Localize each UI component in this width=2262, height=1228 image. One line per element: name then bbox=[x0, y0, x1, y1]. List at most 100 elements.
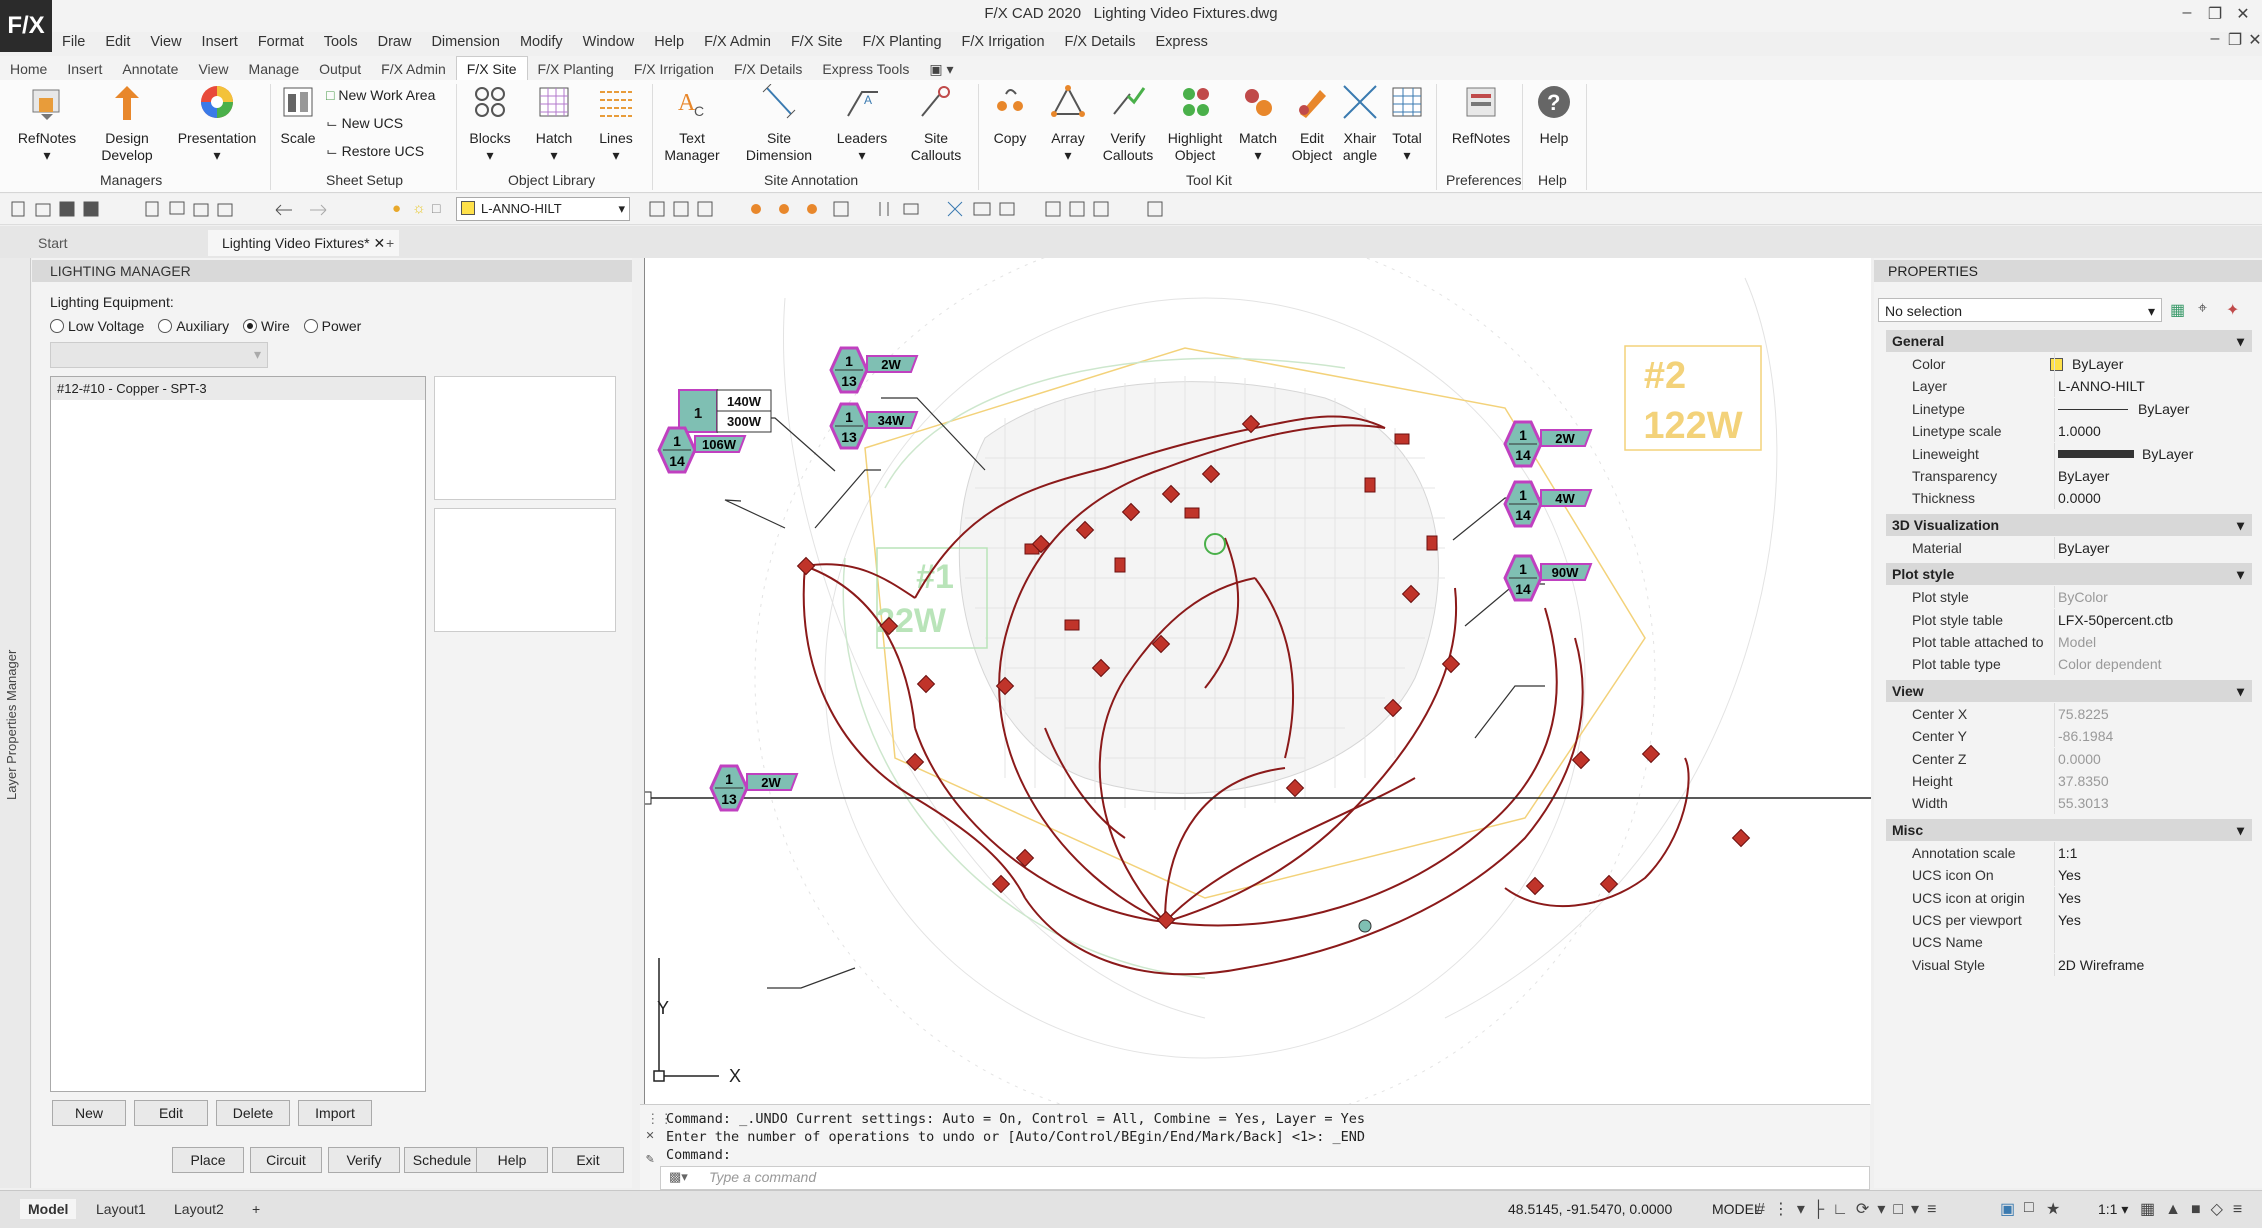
property-row[interactable]: Transparency ByLayer bbox=[1906, 465, 2252, 487]
tab-fx-details[interactable]: F/X Details bbox=[724, 57, 812, 81]
ribbon-options-icon[interactable]: ▣ ▾ bbox=[919, 57, 963, 81]
total-button[interactable]: Total ▾ bbox=[1386, 84, 1428, 164]
menu-fx-planting[interactable]: F/X Planting bbox=[853, 30, 952, 54]
fixture-tag-7[interactable]: 1 13 2W bbox=[709, 764, 799, 812]
command-close-icon[interactable]: ✕ bbox=[646, 1127, 654, 1143]
tab-fx-site[interactable]: F/X Site bbox=[455, 56, 528, 81]
array-button[interactable]: Array ▾ bbox=[1044, 84, 1092, 164]
new-work-area-button[interactable]: □ New Work Area bbox=[326, 86, 435, 104]
property-row[interactable]: Height 37.8350 bbox=[1906, 770, 2252, 792]
property-row[interactable]: Center Z 0.0000 bbox=[1906, 747, 2252, 770]
property-row[interactable]: Material ByLayer bbox=[1906, 536, 2252, 559]
menu-tools[interactable]: Tools bbox=[314, 30, 368, 54]
help-button[interactable]: Help bbox=[476, 1147, 548, 1173]
tab-express-tools[interactable]: Express Tools bbox=[812, 57, 919, 81]
list-item[interactable]: #12-#10 - Copper - SPT-3 bbox=[51, 377, 425, 400]
3d-osnap-icon[interactable]: □ bbox=[2024, 1199, 2034, 1217]
property-row[interactable]: Linetype scale 1.0000 bbox=[1906, 420, 2252, 443]
verify-callouts-button[interactable]: Verify Callouts bbox=[1100, 84, 1156, 164]
new-tab-button[interactable]: + bbox=[372, 230, 408, 256]
menu-fx-site[interactable]: F/X Site bbox=[781, 30, 853, 54]
highlight-object-button[interactable]: Highlight Object bbox=[1162, 84, 1228, 164]
menu-view[interactable]: View bbox=[140, 30, 191, 54]
quick-select-icon[interactable]: ▦ bbox=[2170, 300, 2185, 320]
site-callouts-button[interactable]: Site Callouts bbox=[904, 84, 968, 164]
property-row[interactable]: Plot table attached to Model bbox=[1906, 631, 2252, 653]
refnotes-preferences-button[interactable]: RefNotes bbox=[1446, 84, 1516, 147]
refnotes-button[interactable]: RefNotes ▾ bbox=[14, 84, 80, 164]
presentation-button[interactable]: Presentation ▾ bbox=[172, 84, 262, 164]
menu-help[interactable]: Help bbox=[644, 30, 694, 54]
property-row[interactable]: Linetype ByLayer bbox=[1906, 397, 2252, 420]
property-row[interactable]: Layer L-ANNO-HILT bbox=[1906, 375, 2252, 398]
property-section-header[interactable]: General ▾ bbox=[1886, 330, 2252, 352]
property-row[interactable]: Visual Style 2D Wireframe bbox=[1906, 953, 2252, 976]
drawing-svg[interactable]: #1 22W #2 122W 1 140W 300W 1132W11334W11… bbox=[645, 258, 1871, 1104]
new-button[interactable]: New bbox=[52, 1100, 126, 1126]
tab-insert[interactable]: Insert bbox=[57, 57, 112, 81]
annotation-visibility-icon[interactable]: ★ bbox=[2046, 1199, 2060, 1219]
tab-drawing-active[interactable]: Lighting Video Fixtures* ✕ bbox=[208, 230, 400, 256]
property-row[interactable]: UCS per viewport Yes bbox=[1906, 909, 2252, 931]
new-ucs-button[interactable]: ⌙ New UCS bbox=[326, 114, 403, 132]
command-settings-icon[interactable]: ✎ bbox=[646, 1151, 654, 1167]
blocks-button[interactable]: Blocks ▾ bbox=[464, 84, 516, 164]
property-section-header[interactable]: View ▾ bbox=[1886, 679, 2252, 702]
verify-button[interactable]: Verify bbox=[328, 1147, 400, 1173]
leaders-button[interactable]: A Leaders ▾ bbox=[832, 84, 892, 164]
drafting-tools-icons[interactable]: #⋮▾├∟⟳▾□▾≡ bbox=[1756, 1199, 1944, 1219]
wire-list[interactable]: #12-#10 - Copper - SPT-3 bbox=[50, 376, 426, 1092]
radio-auxiliary[interactable]: Auxiliary bbox=[158, 318, 229, 334]
menu-edit[interactable]: Edit bbox=[95, 30, 140, 54]
edit-object-button[interactable]: Edit Object bbox=[1288, 84, 1336, 164]
property-row[interactable]: UCS icon at origin Yes bbox=[1906, 886, 2252, 909]
fixture-tag-5[interactable]: 1 14 4W bbox=[1503, 480, 1593, 528]
property-row[interactable]: UCS Name bbox=[1906, 931, 2252, 954]
tab-fx-planting[interactable]: F/X Planting bbox=[528, 57, 624, 81]
select-objects-icon[interactable]: ⌖ bbox=[2198, 300, 2207, 318]
menu-draw[interactable]: Draw bbox=[368, 30, 422, 54]
command-input[interactable]: ▩▾ Type a command bbox=[660, 1166, 1870, 1190]
circuit-button[interactable]: Circuit bbox=[250, 1147, 322, 1173]
fixture-tag-2[interactable]: 1 13 34W bbox=[829, 402, 919, 450]
selection-cycling-icon[interactable]: ▣ bbox=[2000, 1199, 2015, 1219]
selection-dropdown[interactable]: No selection ▾ bbox=[1878, 298, 2162, 322]
fixture-tag-0[interactable]: 1 140W 300W bbox=[678, 389, 772, 433]
layer-properties-manager-tab[interactable]: Layer Properties Manager bbox=[4, 650, 19, 800]
doc-close-icon[interactable]: ✕ bbox=[2242, 30, 2262, 50]
property-row[interactable]: Center X 75.8225 bbox=[1906, 702, 2252, 725]
menu-file[interactable]: File bbox=[52, 30, 95, 54]
restore-icon[interactable]: ❐ bbox=[2202, 4, 2228, 24]
menu-fx-admin[interactable]: F/X Admin bbox=[694, 30, 781, 54]
tab-home[interactable]: Home bbox=[0, 57, 57, 81]
tab-model[interactable]: Model bbox=[20, 1199, 77, 1219]
property-row[interactable]: Thickness 0.0000 bbox=[1906, 487, 2252, 510]
radio-low-voltage[interactable]: Low Voltage bbox=[50, 318, 144, 334]
match-button[interactable]: Match ▾ bbox=[1234, 84, 1282, 164]
sun-icon[interactable]: ☼ bbox=[412, 200, 426, 217]
xhair-angle-button[interactable]: Xhair angle bbox=[1338, 84, 1382, 164]
fixture-tag-1[interactable]: 1 13 2W bbox=[829, 346, 919, 394]
fixture-tag-3[interactable]: 1 14 106W bbox=[657, 426, 747, 474]
radio-power[interactable]: Power bbox=[303, 318, 361, 334]
import-button[interactable]: Import bbox=[298, 1100, 372, 1126]
property-row[interactable]: UCS icon On Yes bbox=[1906, 864, 2252, 887]
menu-express[interactable]: Express bbox=[1145, 30, 1217, 54]
delete-button[interactable]: Delete bbox=[216, 1100, 290, 1126]
restore-ucs-button[interactable]: ⌙ Restore UCS bbox=[326, 142, 424, 160]
exit-button[interactable]: Exit bbox=[552, 1147, 624, 1173]
text-manager-button[interactable]: AC Text Manager bbox=[660, 84, 724, 164]
fixture-tag-4[interactable]: 1 14 2W bbox=[1503, 420, 1593, 468]
menu-fx-irrigation[interactable]: F/X Irrigation bbox=[952, 30, 1055, 54]
help-ribbon-button[interactable]: ? Help bbox=[1530, 84, 1578, 147]
menu-dimension[interactable]: Dimension bbox=[421, 30, 510, 54]
toggle-pickadd-icon[interactable]: ✦ bbox=[2226, 300, 2239, 320]
design-develop-button[interactable]: Design Develop bbox=[92, 84, 162, 164]
add-layout-button[interactable]: + bbox=[244, 1199, 268, 1219]
radio-wire[interactable]: Wire bbox=[242, 318, 290, 334]
property-row[interactable]: Color ByLayer bbox=[1906, 353, 2252, 375]
menu-fx-details[interactable]: F/X Details bbox=[1055, 30, 1146, 54]
tab-fx-irrigation[interactable]: F/X Irrigation bbox=[624, 57, 724, 81]
lines-button[interactable]: Lines ▾ bbox=[590, 84, 642, 164]
place-button[interactable]: Place bbox=[172, 1147, 244, 1173]
